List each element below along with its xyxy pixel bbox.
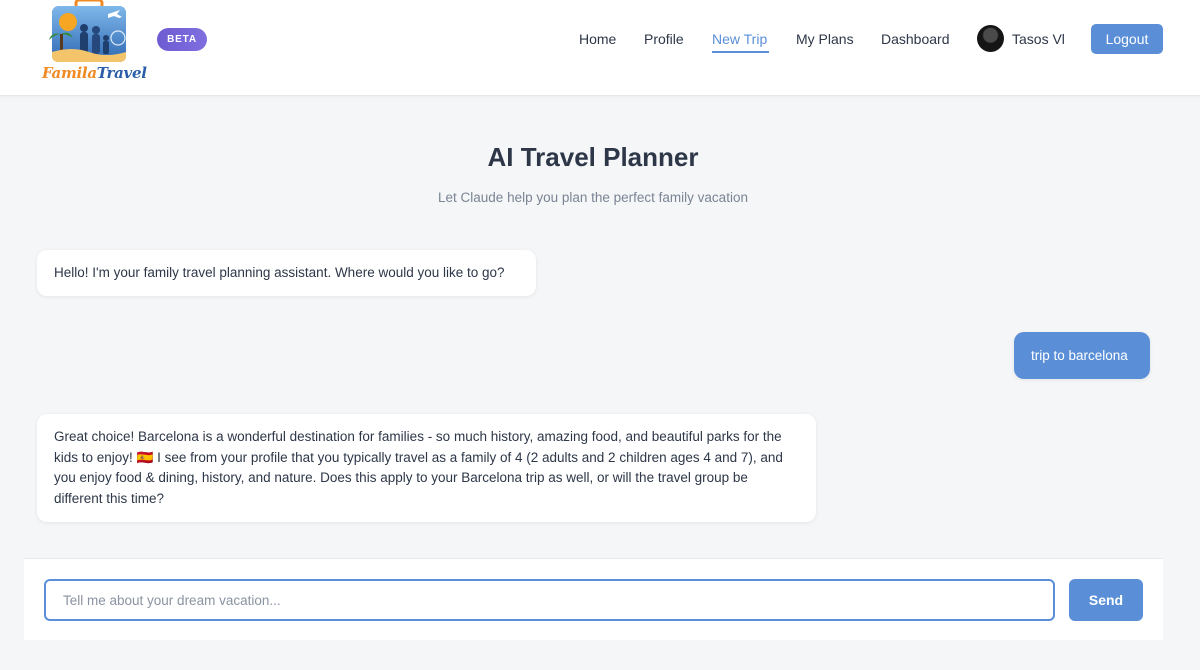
page-title: AI Travel Planner: [487, 142, 699, 172]
page-subtitle: Let Claude help you plan the perfect fam…: [438, 190, 748, 205]
assistant-message: Great choice! Barcelona is a wonderful d…: [37, 414, 816, 522]
chat-input[interactable]: [44, 579, 1055, 621]
user-message: trip to barcelona: [1014, 332, 1150, 379]
nav-my-plans[interactable]: My Plans: [796, 31, 854, 47]
assistant-message: Hello! I'm your family travel planning a…: [37, 250, 536, 296]
logout-button[interactable]: Logout: [1091, 24, 1163, 54]
nav-profile[interactable]: Profile: [644, 31, 684, 47]
nav-active-indicator: [712, 51, 769, 53]
nav-new-trip[interactable]: New Trip: [712, 31, 767, 47]
avatar[interactable]: [977, 25, 1004, 52]
send-button[interactable]: Send: [1069, 579, 1143, 621]
top-header: FamilaTravel BETA Home Profile New Trip …: [0, 0, 1200, 96]
nav-home[interactable]: Home: [579, 31, 616, 47]
nav-dashboard[interactable]: Dashboard: [881, 31, 950, 47]
user-name[interactable]: Tasos Vl: [1012, 31, 1065, 47]
